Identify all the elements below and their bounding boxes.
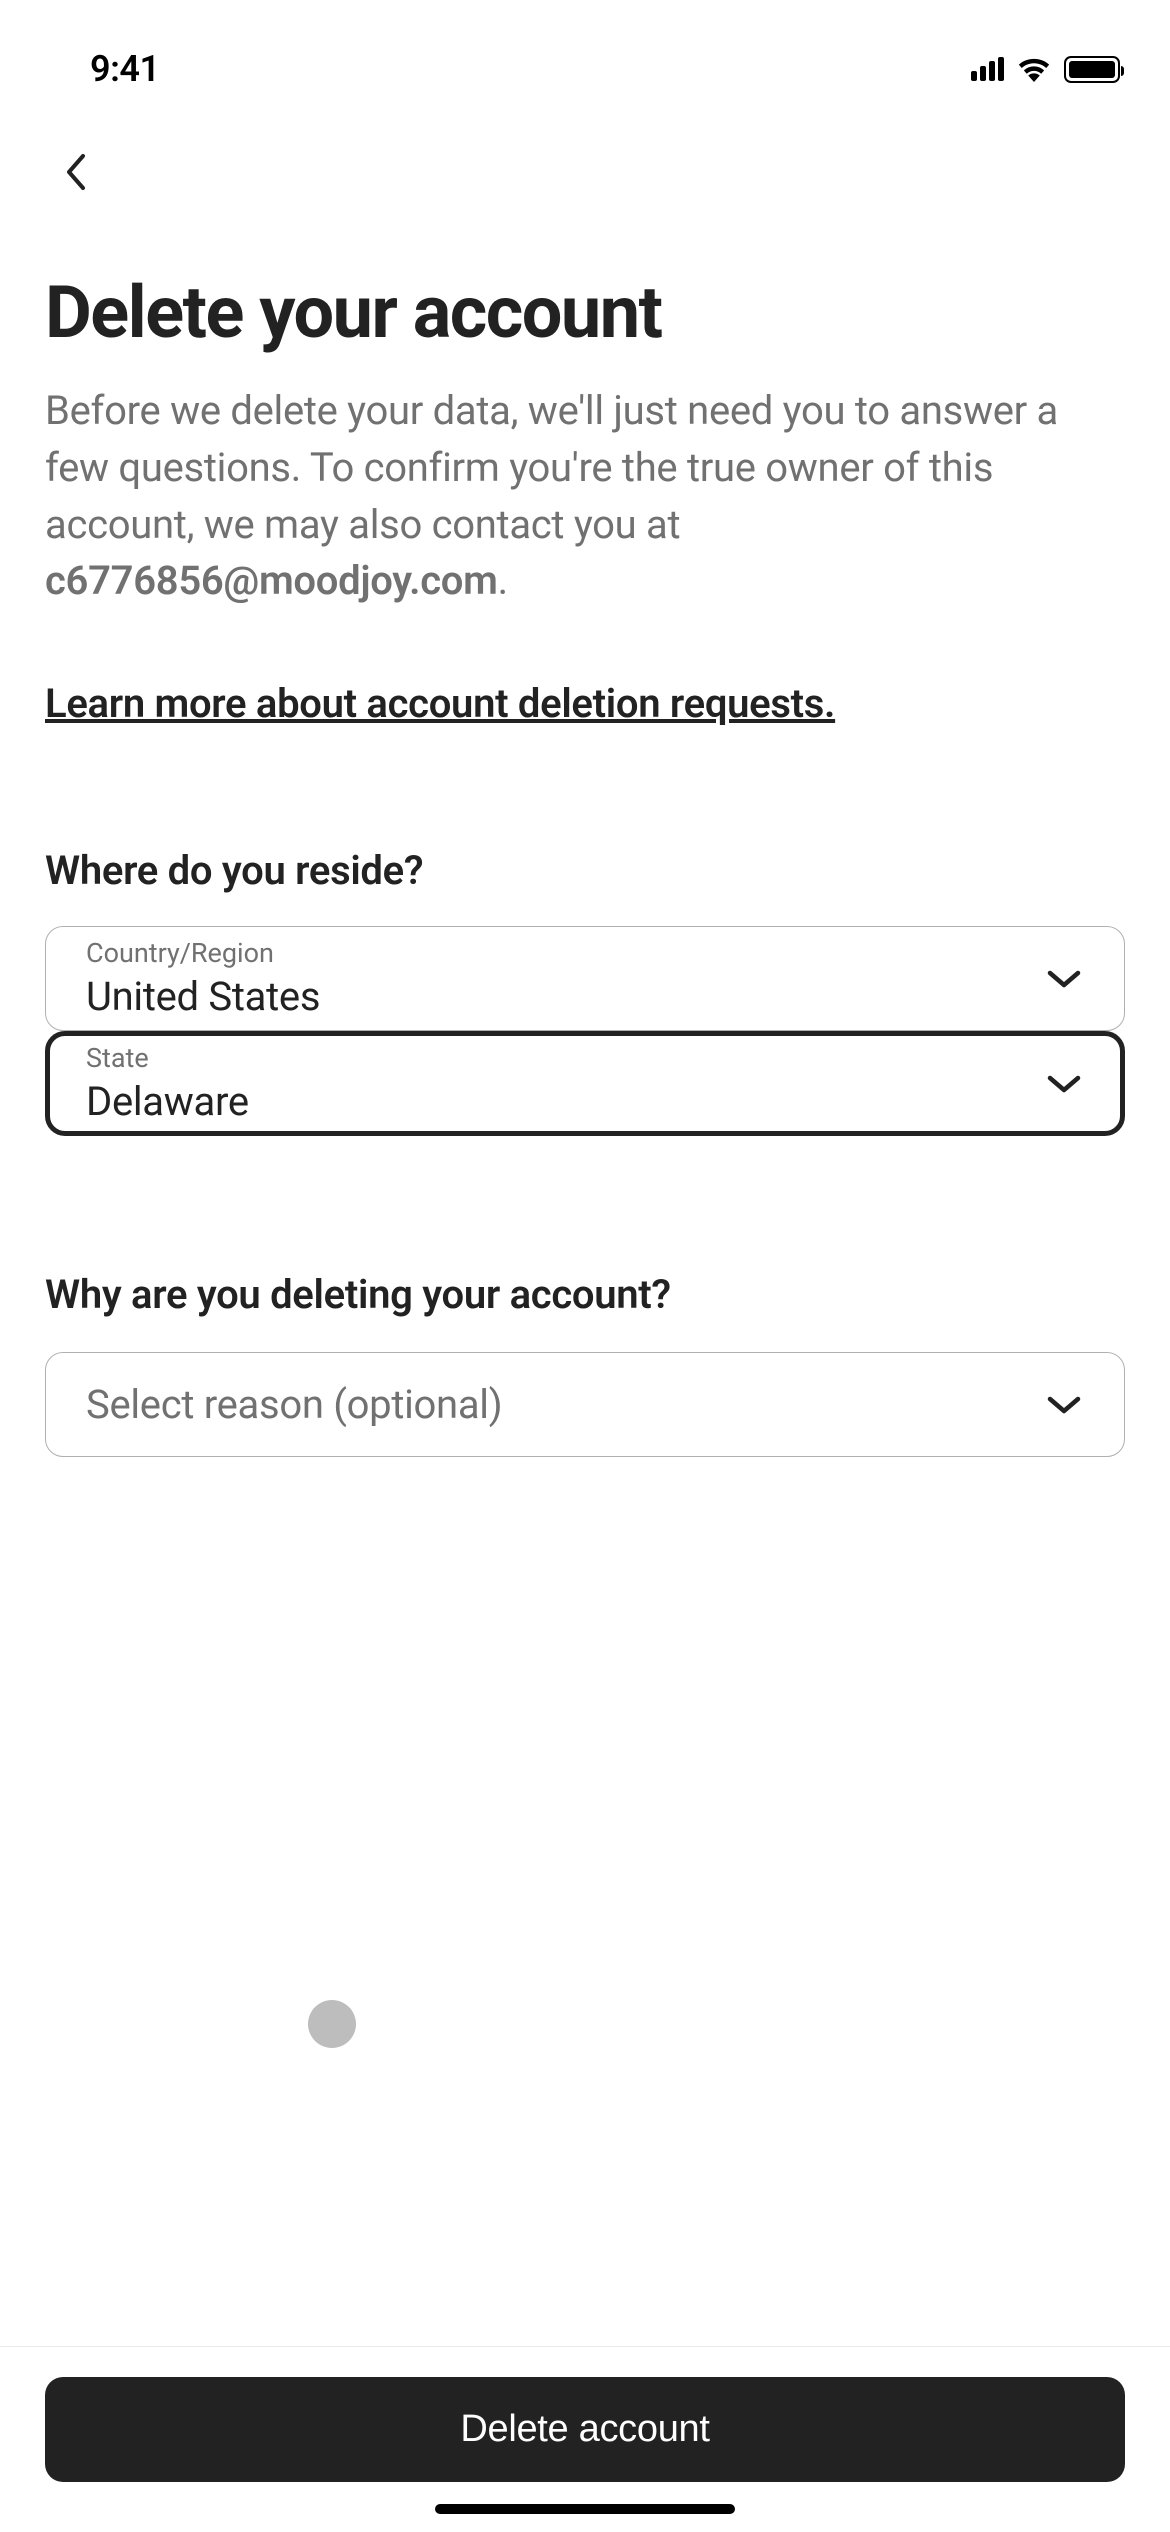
description-prefix: Before we delete your data, we'll just n… xyxy=(45,387,1058,548)
page-description: Before we delete your data, we'll just n… xyxy=(45,383,1125,610)
battery-icon xyxy=(1064,56,1120,83)
state-label: State xyxy=(86,1042,249,1074)
country-value: United States xyxy=(86,973,320,1020)
home-indicator[interactable] xyxy=(435,2504,735,2514)
reside-question-label: Where do you reside? xyxy=(45,847,1125,894)
touch-indicator xyxy=(308,2000,356,2048)
cellular-icon xyxy=(971,57,1004,81)
reason-question-label: Why are you deleting your account? xyxy=(45,1271,1125,1318)
reason-placeholder: Select reason (optional) xyxy=(86,1381,502,1428)
wifi-icon xyxy=(1016,56,1052,82)
contact-email: c6776856@moodjoy.com xyxy=(45,557,498,604)
reason-select[interactable]: Select reason (optional) xyxy=(45,1352,1125,1457)
country-select[interactable]: Country/Region United States xyxy=(45,926,1125,1031)
chevron-down-icon xyxy=(1044,967,1084,991)
learn-more-link[interactable]: Learn more about account deletion reques… xyxy=(45,680,835,727)
state-select[interactable]: State Delaware xyxy=(45,1031,1125,1136)
chevron-down-icon xyxy=(1044,1393,1084,1417)
state-value: Delaware xyxy=(86,1078,249,1125)
country-label: Country/Region xyxy=(86,937,320,969)
page-title: Delete your account xyxy=(45,270,1125,355)
description-suffix: . xyxy=(498,557,508,604)
back-button[interactable] xyxy=(45,142,105,202)
status-time: 9:41 xyxy=(90,48,160,90)
status-icons xyxy=(971,56,1120,83)
chevron-down-icon xyxy=(1044,1072,1084,1096)
chevron-left-icon xyxy=(63,152,87,192)
delete-account-button[interactable]: Delete account xyxy=(45,2377,1125,2482)
status-bar: 9:41 xyxy=(0,0,1170,110)
